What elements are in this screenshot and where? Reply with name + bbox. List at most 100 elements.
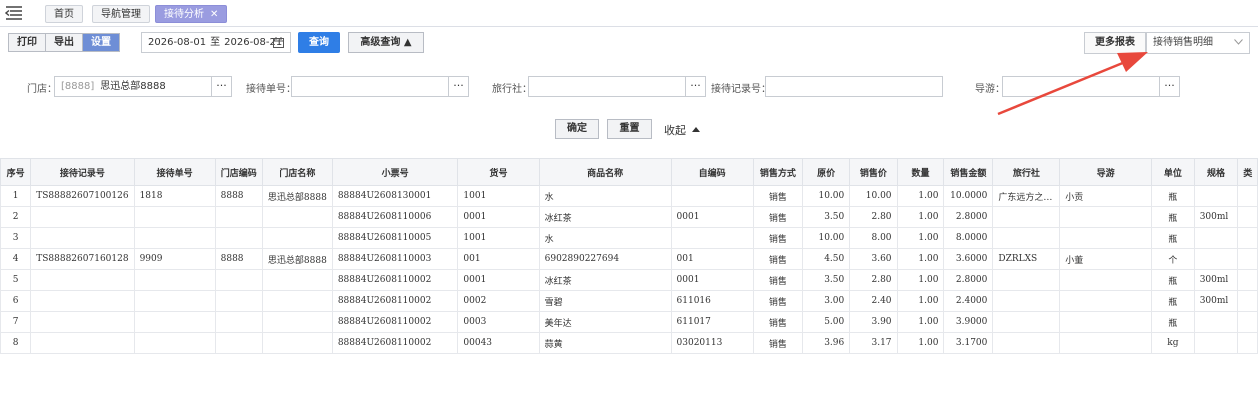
column-header[interactable]: 货号 bbox=[457, 158, 540, 186]
table-cell bbox=[1237, 332, 1258, 354]
column-header[interactable]: 单位 bbox=[1151, 158, 1195, 186]
more-reports-button[interactable]: 更多报表 bbox=[1084, 32, 1146, 54]
store-input[interactable]: [8888] 思迅总部8888 bbox=[54, 76, 212, 97]
table-cell: 2.8000 bbox=[943, 206, 994, 228]
column-header[interactable]: 导游 bbox=[1059, 158, 1153, 186]
table-cell: 1818 bbox=[133, 185, 216, 207]
agency-input[interactable] bbox=[528, 76, 686, 97]
table-cell bbox=[992, 332, 1061, 354]
column-header[interactable]: 原价 bbox=[801, 158, 851, 186]
column-header[interactable]: 门店编码 bbox=[214, 158, 263, 186]
table-cell bbox=[1237, 248, 1258, 270]
table-cell: 美年达 bbox=[538, 311, 672, 333]
menu-toggle-icon[interactable] bbox=[5, 6, 23, 20]
column-header[interactable]: 数量 bbox=[896, 158, 945, 186]
table-row[interactable]: 4 TS88882607160128 9909 8888 思迅总部8888 88884U2… bbox=[0, 248, 1258, 270]
table-cell: 3.6000 bbox=[943, 248, 994, 270]
table-cell bbox=[1059, 290, 1153, 312]
table-cell bbox=[1237, 269, 1258, 291]
report-type-select[interactable]: 接待销售明细 bbox=[1146, 32, 1250, 54]
guide-label: 导游： bbox=[975, 84, 1005, 95]
tab-navigation[interactable]: 导航管理 bbox=[92, 5, 150, 23]
table-cell: 5 bbox=[0, 269, 32, 291]
table-cell: 1.00 bbox=[896, 332, 945, 354]
column-header[interactable]: 序号 bbox=[0, 158, 32, 186]
export-button[interactable]: 导出 bbox=[46, 34, 83, 51]
confirm-button[interactable]: 确定 bbox=[555, 119, 599, 139]
table-cell bbox=[1059, 206, 1153, 228]
table-cell: 0003 bbox=[457, 311, 540, 333]
reception-no-picker-button[interactable]: ··· bbox=[449, 76, 469, 97]
column-header[interactable]: 商品名称 bbox=[538, 158, 672, 186]
table-cell bbox=[30, 290, 135, 312]
table-cell: 1.00 bbox=[896, 185, 945, 207]
table-row[interactable]: 7 88884U2608110002 0003 美年达 611017 销售 5.00 3.90… bbox=[0, 311, 1258, 333]
table-cell bbox=[670, 227, 754, 249]
column-header[interactable]: 类 bbox=[1237, 158, 1258, 186]
column-header[interactable]: 规格 bbox=[1193, 158, 1239, 186]
column-header[interactable]: 销售价 bbox=[849, 158, 898, 186]
table-cell: 广东远方之… bbox=[992, 185, 1061, 207]
column-header[interactable]: 门店名称 bbox=[261, 158, 333, 186]
data-table-container[interactable]: 序号 接待记录号 接待单号 门店编码 门店名称 小票号 货号 商品名称 自编码 销售方式 原价 销售价… bbox=[0, 158, 1258, 404]
table-cell bbox=[214, 332, 263, 354]
guide-input[interactable] bbox=[1002, 76, 1160, 97]
calendar-icon[interactable] bbox=[273, 37, 284, 48]
column-header[interactable]: 销售金额 bbox=[943, 158, 994, 186]
table-cell bbox=[261, 206, 333, 228]
table-cell: 销售 bbox=[752, 185, 803, 207]
table-cell: 1.00 bbox=[896, 206, 945, 228]
reset-button[interactable]: 重置 bbox=[607, 119, 652, 139]
table-cell: 个 bbox=[1151, 248, 1195, 270]
column-header[interactable]: 旅行社 bbox=[992, 158, 1061, 186]
column-header[interactable]: 销售方式 bbox=[752, 158, 803, 186]
advanced-query-button[interactable]: 高级查询 ▲ bbox=[348, 32, 424, 53]
column-header[interactable]: 接待单号 bbox=[133, 158, 216, 186]
column-header[interactable]: 自编码 bbox=[670, 158, 754, 186]
table-cell: 10.00 bbox=[849, 185, 898, 207]
column-header[interactable]: 接待记录号 bbox=[30, 158, 135, 186]
table-cell: 88884U2608110005 bbox=[331, 227, 459, 249]
collapse-label: 收起 bbox=[664, 124, 686, 137]
collapse-toggle[interactable]: 收起 bbox=[664, 122, 700, 138]
store-name: 思迅总部8888 bbox=[100, 81, 166, 92]
action-row: 确定 重置 收起 bbox=[0, 118, 1258, 142]
action-button-group: 打印 导出 设置 bbox=[8, 33, 120, 52]
table-cell: 10.00 bbox=[801, 227, 851, 249]
table-cell bbox=[1193, 311, 1239, 333]
table-cell: 88884U2608130001 bbox=[331, 185, 459, 207]
query-button[interactable]: 查询 bbox=[298, 32, 340, 53]
table-row[interactable]: 3 88884U2608110005 1001 水 销售 10.00 8.00 1.00 8.0… bbox=[0, 227, 1258, 249]
agency-picker-button[interactable]: ··· bbox=[686, 76, 706, 97]
table-cell: 蒜黄 bbox=[538, 332, 672, 354]
table-row[interactable]: 6 88884U2608110002 0002 雪碧 611016 销售 3.00 2.40 1… bbox=[0, 290, 1258, 312]
close-icon[interactable]: ✕ bbox=[210, 9, 218, 20]
table-cell: TS88882607100126 bbox=[30, 185, 135, 207]
table-row[interactable]: 1 TS88882607100126 1818 8888 思迅总部8888 88884U2… bbox=[0, 185, 1258, 207]
table-cell bbox=[670, 185, 754, 207]
store-picker-button[interactable]: ··· bbox=[212, 76, 232, 97]
settings-button[interactable]: 设置 bbox=[83, 34, 119, 51]
table-cell: 1001 bbox=[457, 185, 540, 207]
table-cell: TS88882607160128 bbox=[30, 248, 135, 270]
column-header[interactable]: 小票号 bbox=[331, 158, 459, 186]
reception-no-input[interactable] bbox=[291, 76, 449, 97]
guide-picker-button[interactable]: ··· bbox=[1160, 76, 1180, 97]
table-row[interactable]: 2 88884U2608110006 0001 冰红茶 0001 销售 3.50 2.80 1.… bbox=[0, 206, 1258, 228]
advanced-query-label: 高级查询 bbox=[360, 37, 401, 48]
table-cell: 思迅总部8888 bbox=[261, 185, 333, 207]
table-row[interactable]: 5 88884U2608110002 0001 冰红茶 0001 销售 3.50 2.80 1.… bbox=[0, 269, 1258, 291]
print-button[interactable]: 打印 bbox=[9, 34, 46, 51]
tab-reception-analysis[interactable]: 接待分析 ✕ bbox=[155, 5, 228, 23]
date-range-input[interactable]: 2026-08-01 至 2026-08-21 bbox=[141, 32, 291, 53]
tab-home[interactable]: 首页 bbox=[45, 5, 83, 23]
table-cell bbox=[1059, 269, 1153, 291]
record-no-label: 接待记录号： bbox=[711, 84, 771, 95]
date-separator: 至 bbox=[210, 37, 221, 48]
table-cell: 销售 bbox=[752, 290, 803, 312]
table-cell: 1.00 bbox=[896, 227, 945, 249]
table-cell bbox=[261, 311, 333, 333]
table-cell: 00043 bbox=[457, 332, 540, 354]
record-no-input[interactable] bbox=[765, 76, 943, 97]
table-row[interactable]: 8 88884U2608110002 00043 蒜黄 03020113 销售 3.96 3.… bbox=[0, 332, 1258, 354]
